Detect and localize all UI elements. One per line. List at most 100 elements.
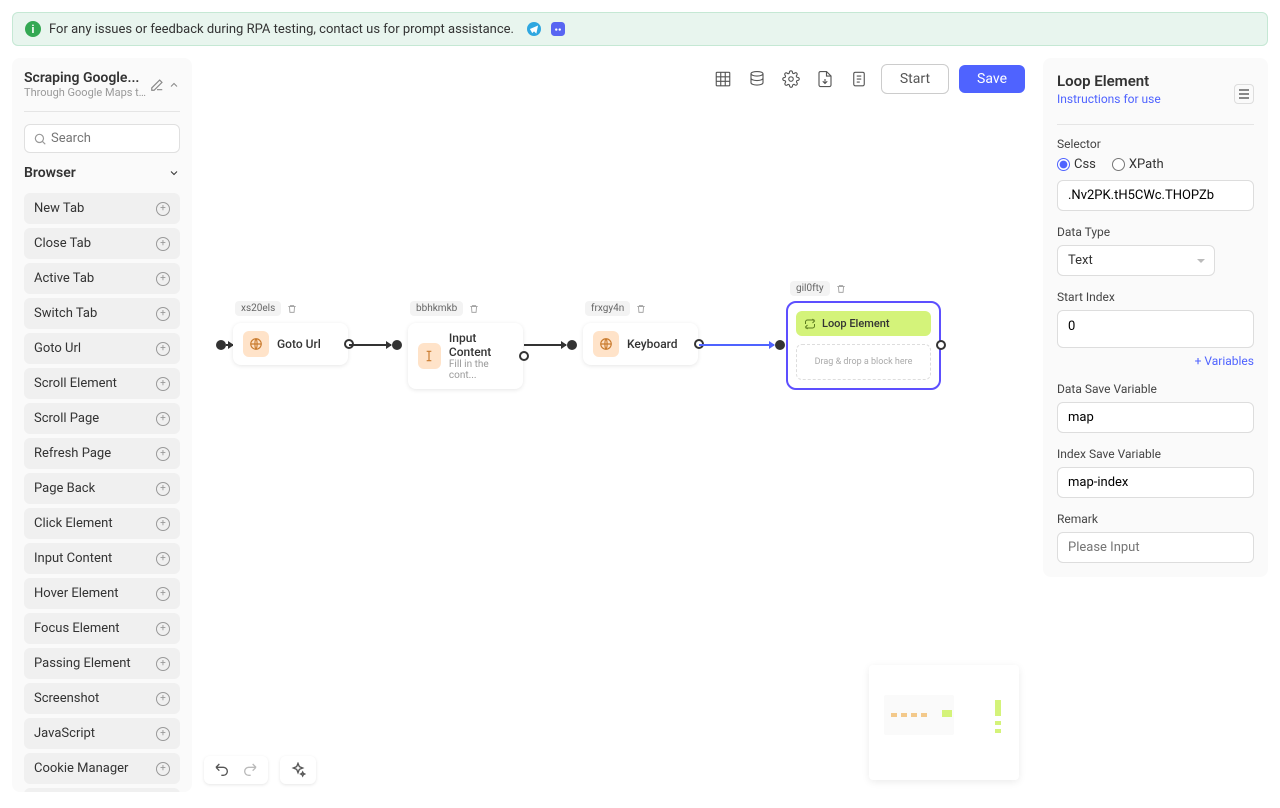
block-item[interactable]: Click Element+ (24, 508, 180, 539)
block-item[interactable]: Cookie Manager+ (24, 753, 180, 784)
discord-icon[interactable] (550, 21, 566, 37)
block-item[interactable]: Active Tab+ (24, 263, 180, 294)
start-index-input[interactable] (1057, 310, 1254, 348)
block-label: Passing Element (34, 656, 131, 671)
selector-label: Selector (1057, 137, 1254, 151)
redo-icon[interactable] (242, 762, 258, 778)
add-icon[interactable]: + (156, 622, 170, 636)
block-item[interactable]: Input Content+ (24, 543, 180, 574)
add-icon[interactable]: + (156, 202, 170, 216)
loop-label: Loop Element (822, 317, 890, 330)
add-icon[interactable]: + (156, 482, 170, 496)
data-type-label: Data Type (1057, 225, 1254, 239)
node-id: gil0fty (790, 281, 830, 296)
block-item[interactable]: Scroll Page+ (24, 403, 180, 434)
delete-icon[interactable] (634, 302, 648, 316)
add-icon[interactable]: + (156, 412, 170, 426)
collapse-icon[interactable] (168, 79, 180, 91)
remark-input[interactable] (1057, 532, 1254, 563)
port-in[interactable] (567, 340, 577, 350)
port-out[interactable] (519, 351, 529, 361)
search-box[interactable] (24, 124, 180, 153)
block-item[interactable]: Close Tab+ (24, 228, 180, 259)
block-item[interactable]: Screenshot+ (24, 683, 180, 714)
data-type-select[interactable]: Text (1057, 245, 1215, 276)
loop-dropzone[interactable]: Drag & drop a block here (796, 344, 931, 380)
magic-icon[interactable] (290, 762, 306, 778)
flow-canvas[interactable]: Start Save xs20els Goto Url (204, 58, 1031, 792)
block-item[interactable]: Refresh Page + (24, 438, 180, 469)
edit-icon[interactable] (150, 78, 164, 92)
settings-icon[interactable] (779, 67, 803, 91)
port-in[interactable] (775, 340, 785, 350)
add-icon[interactable]: + (156, 692, 170, 706)
delete-icon[interactable] (285, 302, 299, 316)
loop-icon (804, 318, 816, 330)
edge (699, 344, 774, 346)
node-keyboard[interactable]: frxgy4n Keyboard (583, 323, 698, 365)
block-item[interactable]: Scroll Element + (24, 368, 180, 399)
start-button[interactable]: Start (881, 64, 949, 94)
block-item[interactable]: Passing Element + (24, 648, 180, 679)
chevron-down-icon (168, 167, 180, 179)
add-icon[interactable]: + (156, 727, 170, 741)
start-port[interactable] (216, 340, 226, 350)
block-label: JavaScript (34, 726, 95, 741)
add-icon[interactable]: + (156, 342, 170, 356)
data-save-input[interactable] (1057, 402, 1254, 433)
block-item[interactable]: JavaScript + (24, 718, 180, 749)
add-icon[interactable]: + (156, 517, 170, 531)
add-icon[interactable]: + (156, 272, 170, 286)
delete-icon[interactable] (834, 282, 848, 296)
block-item[interactable]: Element Attribute+ (24, 788, 180, 792)
reorder-icon[interactable] (1234, 84, 1254, 104)
block-item[interactable]: New Tab+ (24, 193, 180, 224)
minimap[interactable] (869, 665, 1019, 780)
category-browser[interactable]: Browser (24, 161, 180, 185)
cursor-icon (418, 343, 441, 369)
add-icon[interactable]: + (156, 447, 170, 461)
loop-header: Loop Element (796, 311, 931, 336)
block-label: Goto Url (34, 341, 81, 356)
database-icon[interactable] (745, 67, 769, 91)
add-icon[interactable]: + (156, 587, 170, 601)
node-label: Input Content (449, 331, 513, 359)
block-item[interactable]: Switch Tab+ (24, 298, 180, 329)
block-label: Scroll Element (34, 376, 117, 391)
instructions-link[interactable]: Instructions for use (1057, 92, 1161, 106)
selector-input[interactable] (1057, 180, 1254, 211)
node-id: bbhkmkb (410, 301, 463, 316)
data-save-label: Data Save Variable (1057, 382, 1254, 396)
edge (226, 344, 233, 346)
add-icon[interactable]: + (156, 307, 170, 321)
node-loop-element[interactable]: gil0fty Loop Element Drag & drop a block… (786, 301, 941, 390)
variables-link[interactable]: + Variables (1057, 354, 1254, 368)
add-icon[interactable]: + (156, 657, 170, 671)
port-out[interactable] (936, 340, 946, 350)
block-label: Refresh Page (34, 446, 111, 461)
undo-icon[interactable] (214, 762, 230, 778)
block-item[interactable]: Focus Element+ (24, 613, 180, 644)
radio-xpath[interactable]: XPath (1112, 157, 1164, 172)
block-item[interactable]: Page Back+ (24, 473, 180, 504)
radio-css[interactable]: Css (1057, 157, 1096, 172)
index-save-input[interactable] (1057, 467, 1254, 498)
search-input[interactable] (51, 131, 171, 146)
port-in[interactable] (392, 340, 402, 350)
node-goto-url[interactable]: xs20els Goto Url (233, 323, 348, 365)
add-icon[interactable]: + (156, 762, 170, 776)
info-icon: i (25, 21, 41, 37)
log-icon[interactable] (847, 67, 871, 91)
delete-icon[interactable] (467, 302, 481, 316)
block-item[interactable]: Hover Element + (24, 578, 180, 609)
node-input-content[interactable]: bbhkmkb Input ContentFill in the cont... (408, 323, 523, 389)
export-icon[interactable] (813, 67, 837, 91)
block-item[interactable]: Goto Url + (24, 333, 180, 364)
telegram-icon[interactable] (526, 21, 542, 37)
add-icon[interactable]: + (156, 377, 170, 391)
add-icon[interactable]: + (156, 237, 170, 251)
save-button[interactable]: Save (959, 65, 1025, 93)
add-icon[interactable]: + (156, 552, 170, 566)
table-icon[interactable] (711, 67, 735, 91)
block-label: Hover Element (34, 586, 119, 601)
